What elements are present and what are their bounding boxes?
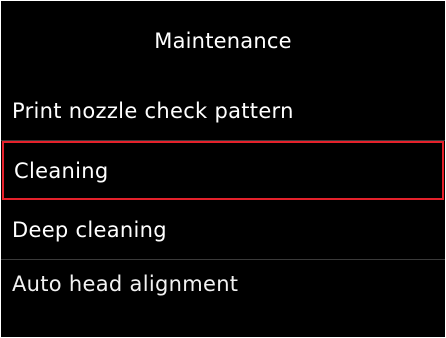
- menu-item-label: Print nozzle check pattern: [12, 99, 294, 123]
- menu-item-label: Auto head alignment: [12, 272, 239, 296]
- menu-item-deep-cleaning[interactable]: Deep cleaning: [1, 200, 445, 260]
- menu-item-cleaning[interactable]: Cleaning: [2, 141, 444, 200]
- menu-item-label: Deep cleaning: [12, 218, 167, 242]
- screen-header: Maintenance: [1, 1, 445, 81]
- maintenance-menu: Print nozzle check pattern Cleaning Deep…: [1, 81, 445, 300]
- menu-item-print-nozzle-check-pattern[interactable]: Print nozzle check pattern: [1, 81, 445, 141]
- menu-item-auto-head-alignment[interactable]: Auto head alignment: [1, 260, 445, 300]
- screen-title: Maintenance: [154, 29, 292, 53]
- printer-lcd-screen: Maintenance Print nozzle check pattern C…: [1, 1, 445, 337]
- menu-item-label: Cleaning: [14, 158, 109, 183]
